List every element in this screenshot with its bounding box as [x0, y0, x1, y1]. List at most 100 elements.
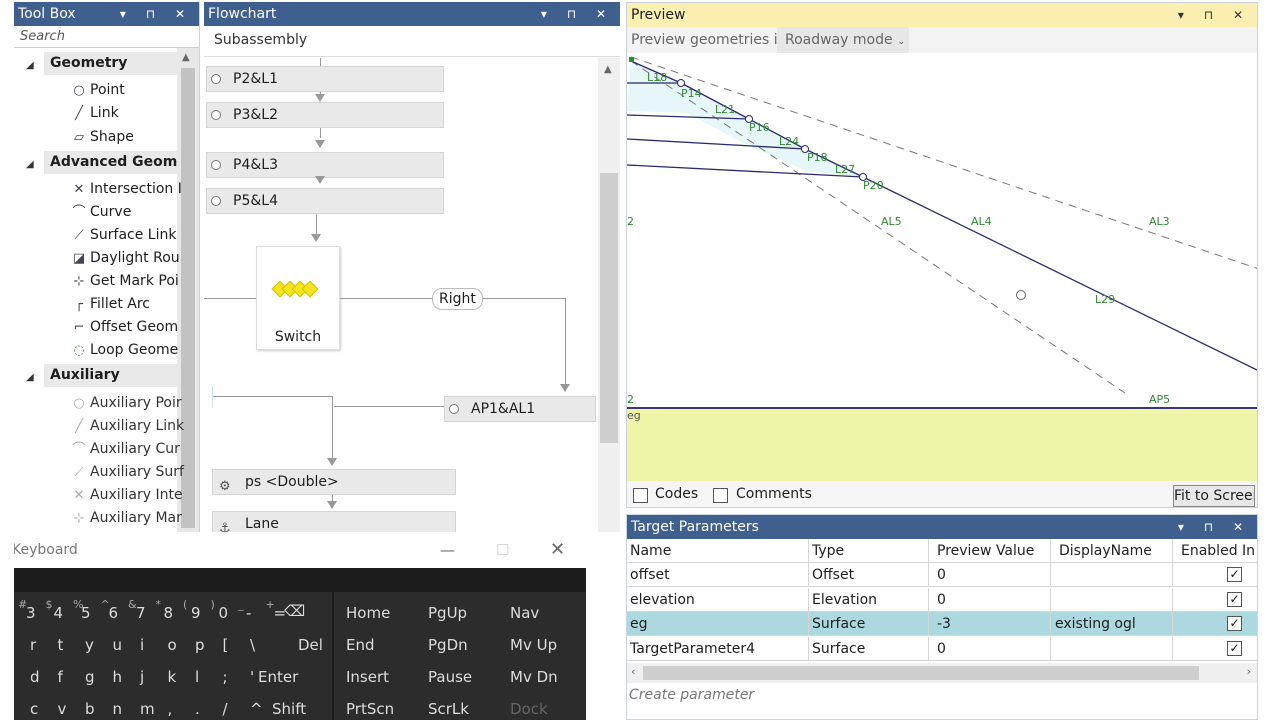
enabled-checkbox[interactable]: ✓: [1227, 616, 1242, 631]
key-6[interactable]: p: [195, 636, 205, 654]
collapse-arrow-icon[interactable]: ◢: [26, 372, 34, 383]
scroll-left-icon[interactable]: ‹: [631, 665, 635, 678]
table-row[interactable]: TargetParameter4 Surface 0 ✓: [627, 636, 1257, 661]
grid-horizontal-scrollbar[interactable]: ‹ ›: [627, 663, 1257, 683]
scroll-right-icon[interactable]: ›: [1247, 665, 1251, 678]
table-row[interactable]: eg Surface -3 existing ogl ✓: [627, 612, 1257, 636]
key-0[interactable]: r: [30, 636, 36, 654]
cell-type[interactable]: Offset: [809, 563, 929, 587]
preview-window-buttons[interactable]: ▾ ⊓ ✕: [1178, 3, 1251, 27]
switch-node[interactable]: Switch: [256, 246, 340, 350]
key-6[interactable]: .: [195, 700, 200, 718]
cell-type[interactable]: Elevation: [809, 587, 929, 612]
key-2[interactable]: b: [85, 700, 95, 718]
cell-display[interactable]: [1051, 563, 1173, 587]
flowchart-window-buttons[interactable]: ▾ ⊓ ✕: [541, 2, 614, 26]
enabled-checkbox[interactable]: ✓: [1227, 567, 1242, 582]
comments-checkbox[interactable]: [713, 488, 728, 503]
scroll-up-icon[interactable]: ▲: [604, 64, 612, 75]
fit-to-screen-button[interactable]: Fit to Screen: [1173, 485, 1255, 507]
minimize-icon[interactable]: —: [440, 532, 455, 568]
toolbox-scrollbar[interactable]: ▲: [177, 48, 199, 532]
key-1[interactable]: t: [58, 636, 64, 654]
cell-name[interactable]: eg: [627, 612, 809, 636]
tool-aux-link[interactable]: ╱ Auxiliary Link: [68, 415, 184, 437]
key-5[interactable]: o: [168, 636, 177, 654]
key-3[interactable]: u: [113, 636, 123, 654]
cell-value[interactable]: 0: [929, 563, 1051, 587]
key-6[interactable]: l: [195, 668, 199, 686]
category-auxiliary[interactable]: Auxiliary: [44, 364, 178, 387]
key-2[interactable]: y: [85, 636, 94, 654]
key-6[interactable]: 6: [109, 604, 119, 622]
flow-node[interactable]: P2&L1: [206, 66, 444, 92]
key-5[interactable]: ,: [168, 700, 173, 718]
category-advanced-geometry[interactable]: Advanced Geomet: [44, 151, 178, 174]
cell-display[interactable]: existing ogl: [1051, 612, 1173, 636]
key-0[interactable]: c: [30, 700, 38, 718]
key-4[interactable]: j: [140, 668, 144, 686]
flow-node[interactable]: P5&L4: [206, 188, 444, 214]
key-1[interactable]: f: [58, 668, 63, 686]
collapse-arrow-icon[interactable]: ◢: [26, 159, 34, 170]
tool-aux-point[interactable]: ○ Auxiliary Poir: [68, 392, 181, 414]
key--[interactable]: -: [246, 604, 251, 622]
close-icon[interactable]: ✕: [550, 532, 565, 568]
key-7[interactable]: [: [223, 636, 229, 654]
cell-value[interactable]: 0: [929, 636, 1051, 661]
tool-shape[interactable]: ▱ Shape: [68, 126, 134, 148]
key-4[interactable]: 4: [54, 604, 64, 622]
key-nav[interactable]: Nav: [504, 604, 539, 622]
toolbox-search-input[interactable]: Search: [14, 26, 199, 48]
key-0[interactable]: 0: [219, 604, 229, 622]
key-2[interactable]: g: [85, 668, 95, 686]
cell-display[interactable]: [1051, 587, 1173, 612]
tool-fillet-arc[interactable]: ┌ Fillet Arc: [68, 293, 150, 315]
col-preview-value-header[interactable]: Preview Value: [929, 539, 1051, 563]
key-8[interactable]: 8: [164, 604, 174, 622]
key-nav[interactable]: Home: [340, 604, 390, 622]
col-name-header[interactable]: Name: [627, 539, 809, 563]
flow-node[interactable]: P3&L2: [206, 102, 444, 128]
col-display-name-header[interactable]: DisplayName: [1051, 539, 1173, 563]
maximize-icon[interactable]: ☐: [496, 532, 509, 568]
key-8[interactable]: \: [250, 636, 255, 654]
key-3[interactable]: n: [113, 700, 123, 718]
tool-offset-geometry[interactable]: ⌐ Offset Geom: [68, 316, 179, 338]
tool-point[interactable]: ○ Point: [68, 79, 124, 101]
key-nav[interactable]: Mv Up: [504, 636, 557, 654]
cell-type[interactable]: Surface: [809, 612, 929, 636]
collapse-arrow-icon[interactable]: ◢: [26, 60, 34, 71]
cell-value[interactable]: -3: [929, 612, 1051, 636]
key-0[interactable]: d: [30, 668, 40, 686]
preview-canvas[interactable]: L18 P14 L21 P16 L24 P18 L27 P20 AL5 AL4 …: [627, 53, 1258, 409]
key-4[interactable]: m: [140, 700, 155, 718]
tool-surface-link[interactable]: ⟋ Surface Link: [68, 224, 176, 246]
col-enabled-header[interactable]: Enabled In P: [1173, 539, 1257, 563]
key-nav[interactable]: PrtScn: [340, 700, 394, 718]
cell-name[interactable]: elevation: [627, 587, 809, 612]
tool-daylight[interactable]: ◪ Daylight Rou: [68, 247, 180, 269]
key-nav[interactable]: PgUp: [422, 604, 467, 622]
toolbox-window-buttons[interactable]: ▾ ⊓ ✕: [120, 2, 193, 26]
key-8[interactable]: ': [250, 668, 254, 686]
tool-aux-mark[interactable]: ⊹ Auxiliary Mar: [68, 507, 182, 529]
tool-aux-intersection[interactable]: ✕ Auxiliary Inte: [68, 484, 183, 506]
tool-aux-curve[interactable]: ⌒ Auxiliary Cur: [68, 438, 179, 460]
ap-node[interactable]: AP1&AL1: [444, 396, 596, 422]
point-marker[interactable]: [677, 79, 685, 87]
key-5[interactable]: 5: [81, 604, 91, 622]
tool-get-mark-point[interactable]: ⊹ Get Mark Poi: [68, 270, 179, 292]
key-nav[interactable]: Pause: [422, 668, 472, 686]
table-row[interactable]: elevation Elevation 0 ✓: [627, 587, 1257, 612]
right-branch-label[interactable]: Right: [432, 288, 483, 310]
cell-name[interactable]: offset: [627, 563, 809, 587]
key-7[interactable]: ;: [223, 668, 228, 686]
key-3[interactable]: 3: [26, 604, 36, 622]
tool-aux-surface[interactable]: ⟋ Auxiliary Surf: [68, 461, 183, 483]
key-9[interactable]: Shift: [272, 700, 306, 718]
key-nav[interactable]: ScrLk: [422, 700, 469, 718]
tool-loop-geometry[interactable]: ◌ Loop Geome: [68, 339, 178, 361]
table-row[interactable]: offset Offset 0 ✓: [627, 563, 1257, 587]
tool-intersection[interactable]: ✕ Intersection I: [68, 178, 182, 200]
